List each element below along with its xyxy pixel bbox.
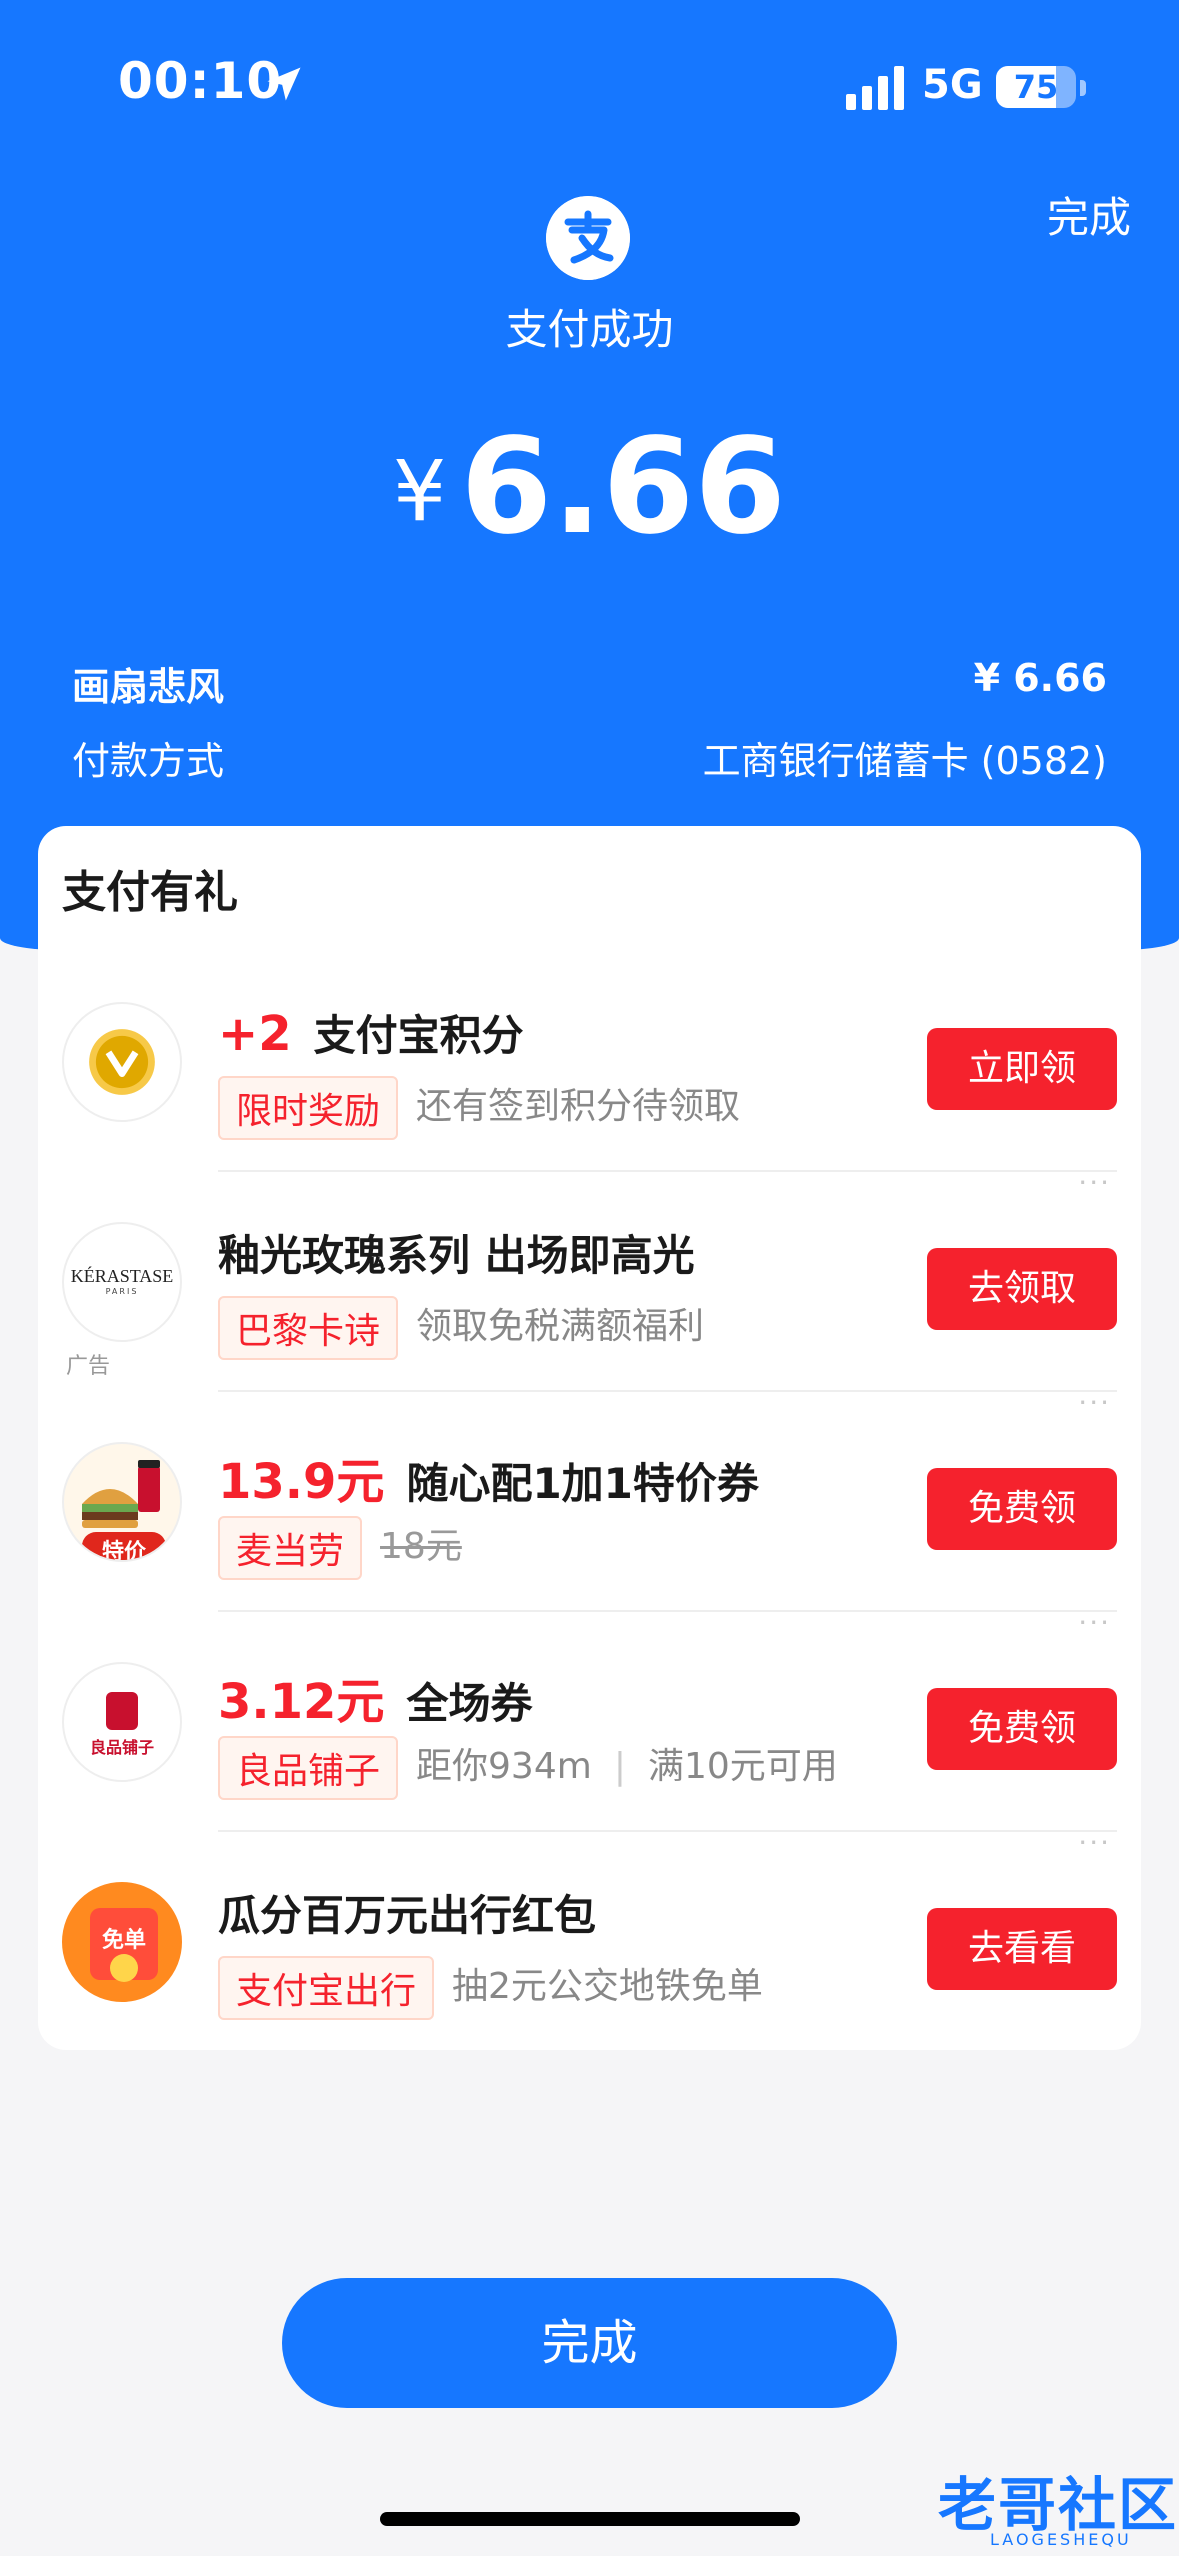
mcdonalds-burger-icon: 特价 [62,1442,182,1562]
reward-headline: 釉光玫瑰系列 出场即高光 [218,1222,695,1283]
reward-highlight: +2 [218,1006,292,1062]
reward-title: 随心配1加1特价券 [406,1459,759,1508]
kerastase-logo-sub: PARIS [105,1287,139,1296]
network-type: 5G [922,62,983,108]
payment-success-text: 支付成功 [505,305,674,354]
reward-headline: 瓜分百万元出行红包 [218,1882,596,1943]
reward-title: 釉光玫瑰系列 出场即高光 [218,1231,695,1280]
bestore-logo-icon: 良品铺子 [62,1662,182,1782]
reward-item-kerastase[interactable]: ··· KÉRASTASE PARIS 广告 釉光玫瑰系列 出场即高光 巴黎卡诗… [38,1169,1141,1390]
more-options-icon[interactable]: ··· [1078,1829,1111,1857]
header-done-button[interactable]: 完成 [1047,184,1131,245]
amount-value: 6.66 [460,410,787,564]
reward-distance: 距你934m [416,1746,592,1787]
divider [218,1170,1117,1172]
reward-subline: 巴黎卡诗 领取免税满额福利 [218,1296,704,1360]
reward-desc: 抽2元公交地铁免单 [452,1966,763,2007]
merchant-row: 画扇悲风 ¥ 6.66 [72,656,1107,716]
alipay-points-badge-icon [62,1002,182,1122]
payment-method-value: 工商银行储蓄卡 (0582) [702,739,1107,783]
reward-item-mcdonalds[interactable]: ··· 特价 13.9元 随心配1加1特价券 麦当劳 18元 免费领 [38,1389,1141,1610]
reward-subline: 良品铺子 距你934m | 满10元可用 [218,1736,838,1800]
claim-button[interactable]: 立即领 [927,1028,1117,1110]
merchant-amount: ¥ 6.66 [973,656,1107,700]
reward-item-travel[interactable]: ··· 免单 瓜分百万元出行红包 支付宝出行 抽2元公交地铁免单 去看看 [38,1829,1141,2050]
reward-tag: 支付宝出行 [218,1956,435,2020]
reward-subline: 限时奖励 还有签到积分待领取 [218,1076,740,1140]
signal-icon [846,66,904,110]
status-bar: 00:10 5G 75 [0,0,1179,150]
reward-title: 瓜分百万元出行红包 [218,1891,597,1940]
reward-item-bestore[interactable]: ··· 良品铺子 3.12元 全场券 良品铺子 距你934m | 满10元可用 免费领 [38,1609,1141,1830]
payment-amount: ¥6.66 [0,410,1179,564]
kerastase-logo-text: KÉRASTASE [70,1266,174,1286]
reward-desc: 领取免税满额福利 [416,1306,705,1347]
reward-subline: 支付宝出行 抽2元公交地铁免单 [218,1956,763,2020]
more-options-icon[interactable]: ··· [1078,1169,1111,1197]
original-price: 18元 [380,1526,462,1567]
reward-desc: 还有签到积分待领取 [416,1086,741,1127]
more-options-icon[interactable]: ··· [1078,1609,1111,1637]
bestore-logo-text: 良品铺子 [89,1738,154,1757]
reward-tag: 麦当劳 [218,1516,363,1580]
divider [218,1830,1117,1832]
payment-method-label: 付款方式 [72,739,225,783]
free-ride-badge-text: 免单 [101,1928,146,1953]
reward-headline: +2 支付宝积分 [218,1002,524,1063]
battery-icon: 75 [996,66,1076,108]
bestore-mark [106,1692,138,1730]
kerastase-logo-icon: KÉRASTASE PARIS [62,1222,182,1342]
reward-tag: 限时奖励 [218,1076,399,1140]
rewards-title: 支付有礼 [62,867,238,918]
location-arrow-icon [267,67,301,101]
claim-button[interactable]: 去领取 [927,1248,1117,1330]
rewards-card: 支付有礼 +2 支付宝积分 限时奖励 还有签到积分待领取 立即领 ··· KÉRAS… [38,826,1141,2050]
claim-button[interactable]: 免费领 [927,1688,1117,1770]
reward-tag: 良品铺子 [218,1736,399,1800]
status-time: 00:10 [118,52,283,110]
view-button[interactable]: 去看看 [927,1908,1117,1990]
watermark-subtext: LAOGESHEQU [990,2530,1132,2549]
reward-tag: 巴黎卡诗 [218,1296,399,1360]
coin-graphic [110,1954,138,1982]
divider [218,1390,1117,1392]
battery-cap [1080,80,1086,96]
alipay-logo-icon [546,196,630,280]
separator: | [613,1746,626,1787]
done-button[interactable]: 完成 [282,2278,897,2408]
claim-button[interactable]: 免费领 [927,1468,1117,1550]
reward-condition: 满10元可用 [647,1746,838,1787]
divider [218,1610,1117,1612]
battery-level: 75 [1013,68,1059,106]
reward-headline: 3.12元 全场券 [218,1662,532,1732]
home-indicator[interactable] [380,2512,800,2526]
red-envelope-icon: 免单 [62,1882,182,2002]
reward-item-points[interactable]: +2 支付宝积分 限时奖励 还有签到积分待领取 立即领 [38,950,1141,1170]
reward-subline: 麦当劳 18元 [218,1516,462,1580]
merchant-name: 画扇悲风 [72,665,225,709]
currency-symbol: ¥ [392,442,447,540]
reward-highlight: 13.9元 [218,1454,385,1510]
reward-highlight: 3.12元 [218,1674,385,1730]
more-options-icon[interactable]: ··· [1078,1389,1111,1417]
special-price-badge: 特价 [101,1540,146,1562]
payment-method-row: 付款方式 工商银行储蓄卡 (0582) [72,730,1107,790]
reward-headline: 13.9元 随心配1加1特价券 [218,1442,759,1512]
ad-label: 广告 [66,1354,111,1379]
reward-title: 全场券 [406,1679,533,1728]
reward-title: 支付宝积分 [313,1011,524,1060]
